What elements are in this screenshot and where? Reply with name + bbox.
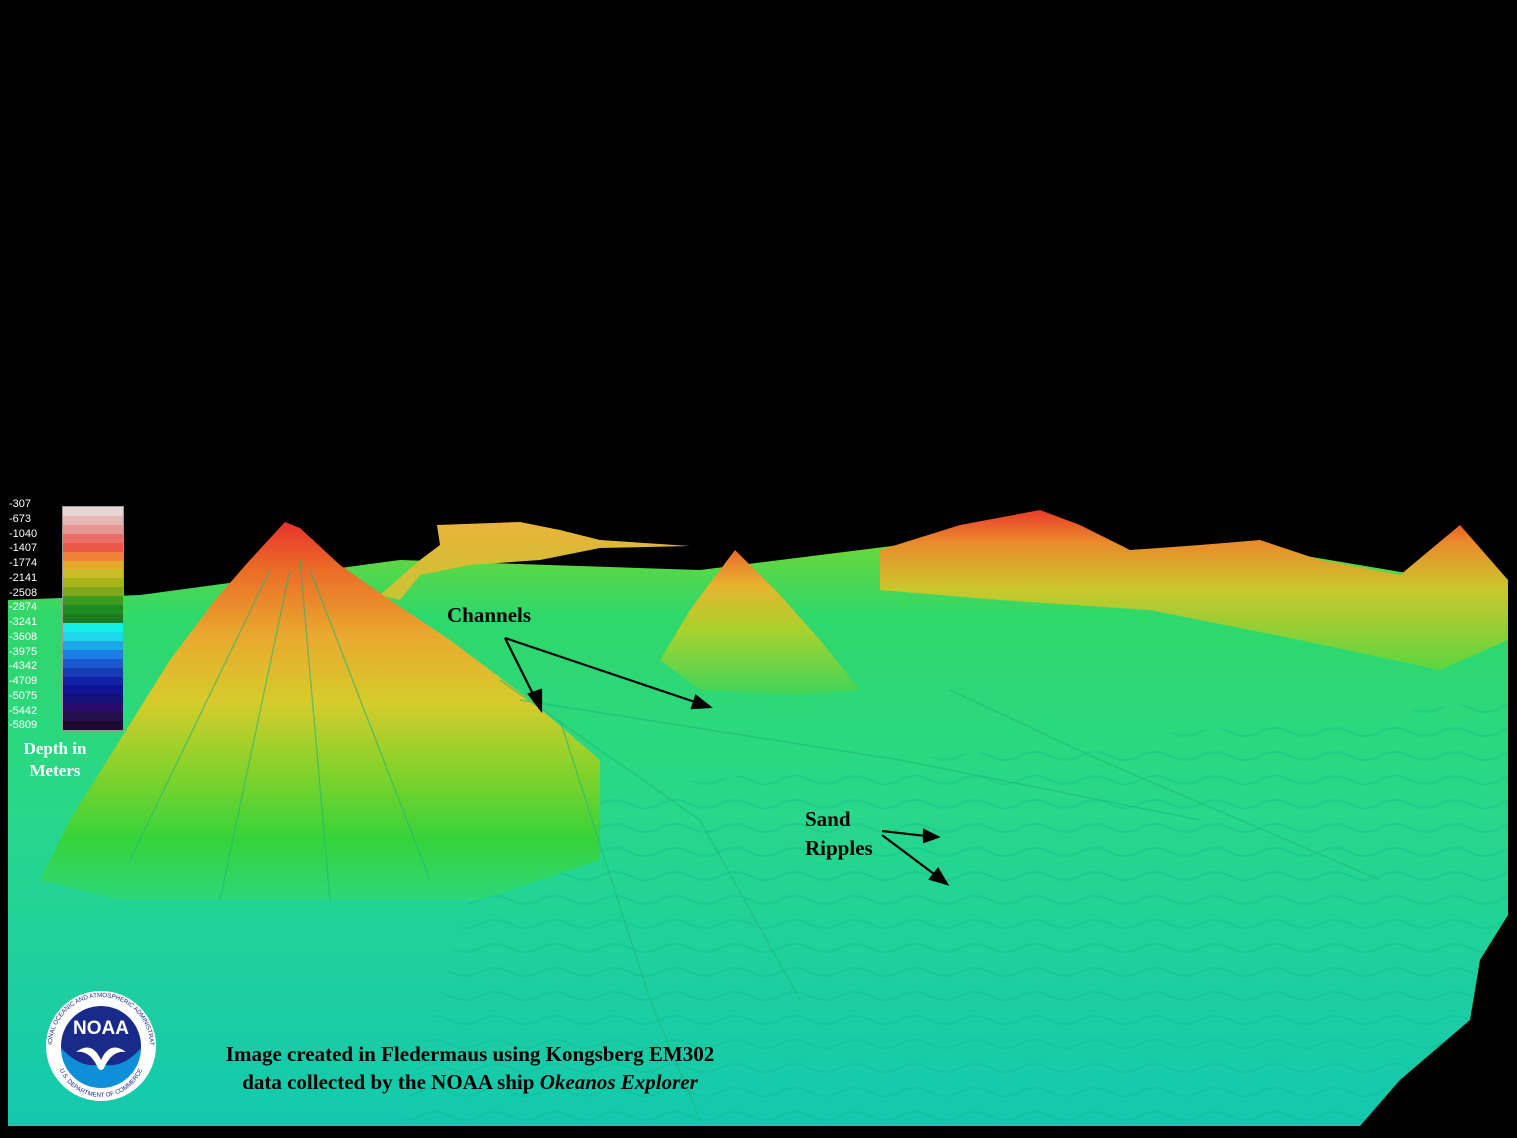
legend-color-swatch [63,507,123,516]
legend-color-swatch [63,721,123,731]
legend-color-swatch [63,587,123,597]
credit-line2: data collected by the NOAA ship Okeanos … [242,1070,698,1094]
bathymetry-scene: -307 -673 -1040 -1407 -1774 -2141 -2508 -2874 -3… [0,0,1517,1138]
image-credit: Image created in Fledermaus using Kongsb… [170,1040,770,1096]
legend-color-swatch [63,694,123,704]
sand-label-line1: Sand [805,807,851,831]
legend-color-swatch [63,703,123,713]
legend-color-swatch [63,614,123,623]
legend-tick-label: -5075 [9,689,38,702]
legend-color-swatch [63,658,123,668]
noaa-logo: NOAA NATIONAL OCEANIC AND ATMOSPHERIC AD… [32,990,156,1101]
credit-line1: Image created in Fledermaus using Kongsb… [225,1042,715,1066]
sand-ripples-label: Sand Ripples [805,805,873,863]
legend-title: Depth in Meters [10,738,100,782]
legend-color-swatch [63,685,123,695]
legend-color-swatch [63,640,123,650]
legend-tick-label: -3975 [9,645,38,658]
legend-color-swatch [63,533,123,543]
legend-color-swatch [63,667,123,677]
legend-title-line1: Depth in [23,739,87,758]
legend-color-swatch [63,605,123,615]
legend-tick-label: -1407 [9,542,38,555]
legend-color-swatch [63,551,123,561]
noaa-logo-text: NOAA [73,1018,129,1039]
sand-label-line2: Ripples [805,836,873,860]
depth-color-bar [62,506,124,731]
seafloor-terrain-render [8,510,1508,1126]
legend-tick-label: -4342 [9,660,38,673]
legend-tick-label: -2874 [9,601,38,614]
legend-color-swatch [63,622,123,632]
depth-legend-labels: -307 -673 -1040 -1407 -1774 -2141 -2508 -2874 -3… [9,497,61,733]
legend-color-swatch [63,596,123,606]
legend-color-swatch [63,631,123,641]
ship-name: Okeanos Explorer [539,1070,698,1094]
legend-tick-label: -3241 [9,616,38,628]
legend-color-swatch [63,560,123,570]
legend-color-swatch [63,578,123,588]
legend-color-swatch [63,524,123,534]
legend-tick-label: -673 [9,512,32,525]
legend-color-swatch [63,569,123,579]
legend-tick-label: -1774 [9,557,38,569]
legend-tick-label: -5442 [9,704,38,717]
legend-color-swatch [63,515,123,525]
legend-color-swatch [63,676,123,686]
legend-tick-label: -2141 [9,571,38,584]
channels-label: Channels [447,603,532,627]
legend-tick-label: -1040 [9,527,38,540]
legend-color-swatch [63,649,123,659]
legend-title-line2: Meters [29,761,81,780]
legend-tick-label: -3608 [9,630,38,643]
legend-color-swatch [63,542,123,552]
legend-color-swatch [63,712,123,722]
legend-tick-label: -307 [9,498,32,510]
legend-tick-label: -2508 [9,586,38,599]
legend-tick-label: -5809 [9,719,38,732]
legend-tick-label: -4709 [9,675,38,687]
